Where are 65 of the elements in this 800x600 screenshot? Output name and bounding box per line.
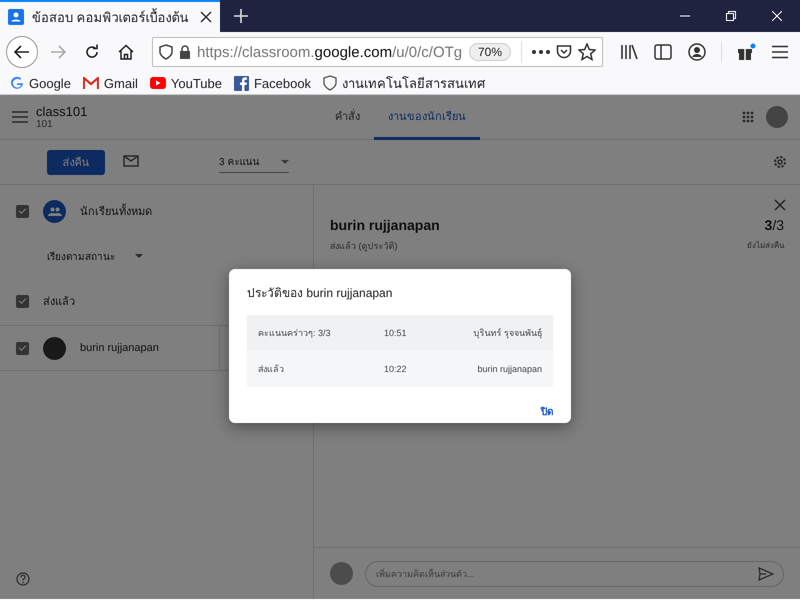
class-section: 101 xyxy=(36,119,321,130)
shield-icon xyxy=(323,75,338,91)
student-name: burin rujjanapan xyxy=(330,217,440,233)
browser-tab[interactable]: ข้อสอบ คอมพิวเตอร์เบื้องต้น xyxy=(0,0,220,32)
score: 3/3 xyxy=(764,217,784,233)
person-icon xyxy=(8,9,24,25)
play-icon xyxy=(150,77,166,89)
group-icon xyxy=(43,200,66,222)
sort-dropdown[interactable]: เรียงตามสถานะ xyxy=(0,235,313,277)
checkbox[interactable] xyxy=(16,294,29,308)
history-time: 10:22 xyxy=(384,364,408,374)
lock-icon xyxy=(179,44,191,60)
history-author: บุรินทร์ รุจจนพันธุ์ xyxy=(472,327,542,340)
more-icon[interactable] xyxy=(532,50,550,54)
mail-icon[interactable] xyxy=(123,154,139,166)
back-button[interactable] xyxy=(6,36,38,68)
bookmark[interactable]: Gmail xyxy=(82,76,138,90)
caret-icon xyxy=(135,254,143,258)
caret-icon xyxy=(281,160,289,164)
send-icon[interactable] xyxy=(758,566,774,580)
help-icon[interactable] xyxy=(16,572,30,586)
home-icon[interactable] xyxy=(118,44,134,60)
student-name: burin rujjanapan xyxy=(80,342,160,354)
shield-icon xyxy=(159,44,173,60)
avatar[interactable] xyxy=(766,106,788,128)
plus-icon[interactable] xyxy=(234,9,248,23)
reload-icon[interactable] xyxy=(84,44,100,60)
restore-icon[interactable] xyxy=(726,11,736,21)
left-arrow-icon xyxy=(14,45,30,59)
apps-grid-icon[interactable] xyxy=(742,111,754,123)
status-link[interactable]: ส่งแล้ว (ดูประวัติ) xyxy=(330,239,440,253)
settings-icon[interactable] xyxy=(772,154,788,170)
class-name: class101 xyxy=(36,104,88,119)
checkbox[interactable] xyxy=(16,204,29,218)
history-time: 10:51 xyxy=(384,328,408,338)
history-author: burin rujjanapan xyxy=(476,364,542,374)
zoom-level[interactable]: 70% xyxy=(468,43,512,61)
google-g-icon xyxy=(10,76,24,90)
bookmark[interactable]: Google xyxy=(10,76,71,90)
mail-m-icon xyxy=(82,77,99,89)
pocket-icon[interactable] xyxy=(556,44,572,60)
address-bar[interactable]: https://classroom.google.com/u/0/c/OTg 70% xyxy=(152,37,604,67)
avatar xyxy=(43,336,66,360)
sidebar-icon[interactable] xyxy=(654,44,672,60)
bookmark[interactable]: Facebook xyxy=(234,76,312,90)
page-tab[interactable]: คำสั่ง xyxy=(321,94,374,140)
comment-field[interactable]: เพิ่มความคิดเห็นส่วนตัว... xyxy=(365,560,784,586)
dialog-title: ประวัติของ burin rujjanapan xyxy=(247,285,394,302)
account-icon[interactable] xyxy=(688,43,706,61)
close-icon[interactable] xyxy=(200,11,212,23)
star-icon[interactable] xyxy=(578,43,596,61)
minimize-icon[interactable] xyxy=(680,15,690,17)
bookmark[interactable]: งานเทคโนโลยีสารสนเทศ xyxy=(323,72,486,94)
all-students-label: นักเรียนทั้งหมด xyxy=(80,202,152,220)
menu-icon[interactable] xyxy=(772,45,788,59)
score-note: ยังไม่ส่งคืน xyxy=(747,240,784,252)
f-logo-icon xyxy=(234,76,249,90)
close-button[interactable]: ปิด xyxy=(541,404,553,419)
avatar xyxy=(330,562,353,585)
library-icon[interactable] xyxy=(620,44,638,60)
checkbox[interactable] xyxy=(16,342,29,354)
group-label: ส่งแล้ว xyxy=(43,295,75,310)
points-dropdown[interactable]: 3 คะแนน xyxy=(219,151,289,173)
url-text: https://classroom.google.com/u/0/c/OTg xyxy=(197,44,463,60)
bookmark[interactable]: YouTube xyxy=(150,76,222,90)
